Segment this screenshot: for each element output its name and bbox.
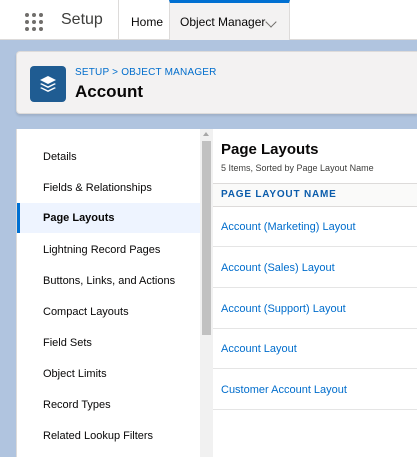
- section-title: Page Layouts: [221, 141, 319, 158]
- object-sidebar: Details Fields & Relationships Page Layo…: [16, 129, 201, 457]
- sidebar-item-compact-layouts[interactable]: Compact Layouts: [17, 297, 201, 327]
- page-header: SETUP > OBJECT MANAGER Account: [16, 51, 417, 114]
- tab-object-manager[interactable]: Object Manager: [169, 0, 290, 40]
- sidebar-item-page-layouts[interactable]: Page Layouts: [17, 203, 201, 233]
- table-row: Account (Marketing) Layout: [213, 207, 417, 247]
- page-layouts-panel: Page Layouts 5 Items, Sorted by Page Lay…: [213, 129, 417, 457]
- layout-link[interactable]: Account (Sales) Layout: [221, 262, 335, 274]
- tab-home[interactable]: Home: [118, 0, 169, 40]
- breadcrumb-separator: >: [112, 67, 119, 78]
- app-launcher-icon[interactable]: [25, 13, 43, 31]
- section-subtitle: 5 Items, Sorted by Page Layout Name: [221, 163, 374, 173]
- page-title: Account: [75, 82, 143, 101]
- table-row: Customer Account Layout: [213, 370, 417, 410]
- breadcrumb-object-manager[interactable]: OBJECT MANAGER: [121, 67, 216, 78]
- table-row: Account (Support) Layout: [213, 289, 417, 329]
- sidebar-scrollbar[interactable]: [200, 129, 213, 457]
- sidebar-item-object-limits[interactable]: Object Limits: [17, 359, 201, 389]
- sidebar-item-field-sets[interactable]: Field Sets: [17, 328, 201, 358]
- layers-icon: [30, 66, 66, 102]
- layout-link[interactable]: Account (Support) Layout: [221, 303, 346, 315]
- layout-link[interactable]: Account (Marketing) Layout: [221, 221, 356, 233]
- tab-object-manager-label: Object Manager: [180, 15, 266, 29]
- sidebar-item-fields-relationships[interactable]: Fields & Relationships: [17, 173, 201, 203]
- scroll-thumb[interactable]: [202, 141, 211, 335]
- sidebar-item-record-types[interactable]: Record Types: [17, 390, 201, 420]
- sidebar-item-related-lookup-filters[interactable]: Related Lookup Filters: [17, 421, 201, 451]
- column-header-page-layout-name[interactable]: PAGE LAYOUT NAME: [213, 183, 417, 207]
- scroll-up-arrow-icon[interactable]: [203, 132, 209, 136]
- global-header: Setup Home Object Manager: [0, 0, 417, 40]
- layout-link[interactable]: Account Layout: [221, 343, 297, 355]
- breadcrumb: SETUP > OBJECT MANAGER: [75, 67, 217, 78]
- chevron-down-icon[interactable]: [265, 16, 277, 28]
- app-name: Setup: [61, 11, 103, 28]
- sidebar-item-buttons-links-actions[interactable]: Buttons, Links, and Actions: [17, 266, 201, 296]
- table-row: Account Layout: [213, 329, 417, 369]
- table-row: Account (Sales) Layout: [213, 248, 417, 288]
- layout-link[interactable]: Customer Account Layout: [221, 384, 347, 396]
- breadcrumb-setup[interactable]: SETUP: [75, 67, 109, 78]
- sidebar-item-details[interactable]: Details: [17, 142, 201, 172]
- sidebar-item-lightning-record-pages[interactable]: Lightning Record Pages: [17, 235, 201, 265]
